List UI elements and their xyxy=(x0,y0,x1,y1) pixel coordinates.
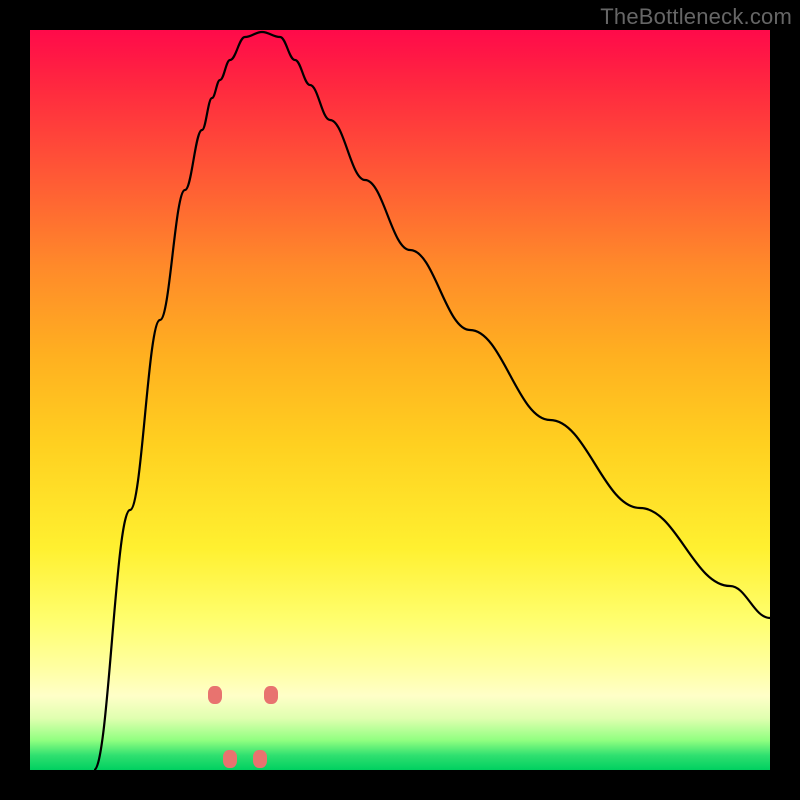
watermark-text: TheBottleneck.com xyxy=(600,4,792,30)
curve-right-arm xyxy=(262,32,770,618)
right-lower-marker xyxy=(253,750,267,768)
curve-left-arm xyxy=(94,32,262,770)
left-upper-marker xyxy=(208,686,222,704)
chart-frame: TheBottleneck.com xyxy=(0,0,800,800)
right-upper-marker xyxy=(264,686,278,704)
plot-area xyxy=(30,30,770,770)
left-lower-marker xyxy=(223,750,237,768)
curve-layer xyxy=(30,30,770,770)
curve-markers xyxy=(208,686,278,768)
